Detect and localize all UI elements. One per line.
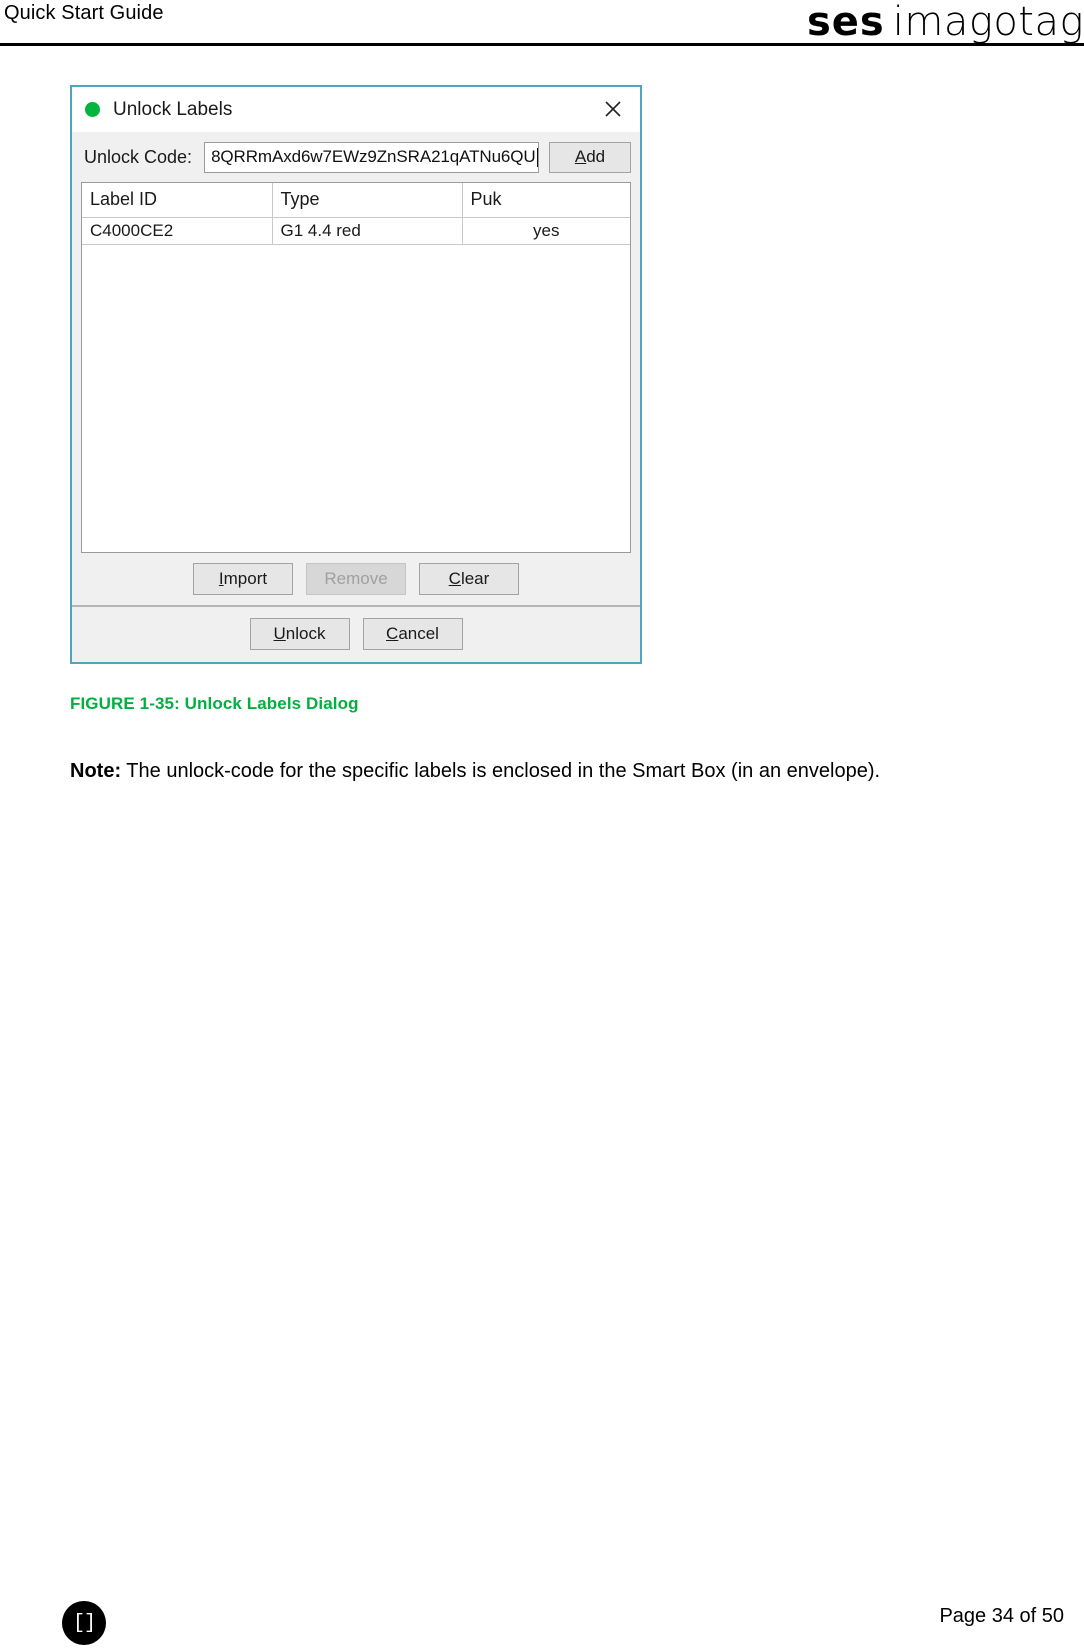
header-divider bbox=[0, 43, 1084, 46]
page-header: Quick Start Guide ses imagotag bbox=[0, 0, 1084, 46]
unlock-button[interactable]: Unlock bbox=[249, 618, 350, 650]
unlock-button-accel: U bbox=[273, 624, 286, 643]
page-title: Quick Start Guide bbox=[4, 2, 164, 24]
note-text: The unlock-code for the specific labels … bbox=[121, 760, 881, 782]
note-label: Note: bbox=[70, 760, 122, 782]
cancel-button[interactable]: Cancel bbox=[362, 618, 463, 650]
remove-button[interactable]: Remove bbox=[306, 563, 406, 595]
status-dot-icon bbox=[85, 102, 100, 117]
labels-list[interactable]: Label ID Type Puk C4000CE2 G1 4.4 red ye… bbox=[81, 182, 631, 553]
unlock-code-input[interactable]: 8QRRmAxd6w7EWz9ZnSRA21qATNu6QU bbox=[204, 141, 539, 173]
add-button-accel: A bbox=[574, 147, 587, 166]
list-action-bar: Import Remove Clear bbox=[72, 553, 640, 607]
cell-type: G1 4.4 red bbox=[272, 217, 463, 245]
column-header-label-id[interactable]: Label ID bbox=[82, 183, 273, 218]
footer-page-number: Page 34 of 50 bbox=[939, 1605, 1064, 1627]
unlock-labels-dialog: Unlock Labels Unlock Code: 8QRRmAxd6w7EW… bbox=[70, 85, 642, 664]
table-header-row: Label ID Type Puk bbox=[82, 183, 630, 218]
close-icon[interactable] bbox=[592, 93, 634, 125]
add-button-label: dd bbox=[586, 147, 606, 166]
cell-puk: yes bbox=[462, 217, 630, 245]
labels-table: Label ID Type Puk C4000CE2 G1 4.4 red ye… bbox=[82, 183, 630, 245]
dialog-action-bar: Unlock Cancel bbox=[72, 607, 640, 661]
table-row[interactable]: C4000CE2 G1 4.4 red yes bbox=[82, 217, 630, 245]
remove-button-label: Remove bbox=[324, 569, 388, 588]
import-button-label: mport bbox=[223, 569, 268, 588]
unlock-code-row: Unlock Code: 8QRRmAxd6w7EWz9ZnSRA21qATNu… bbox=[72, 132, 640, 182]
clear-button-label: lear bbox=[460, 569, 490, 588]
footer-logo-glyph: [] bbox=[72, 1611, 96, 1635]
dialog-title: Unlock Labels bbox=[113, 98, 233, 120]
note-paragraph: Note: The unlock-code for the specific l… bbox=[70, 758, 1020, 784]
column-header-puk[interactable]: Puk bbox=[462, 183, 630, 218]
footer-logo-icon: [] bbox=[62, 1601, 106, 1645]
add-button[interactable]: Add bbox=[549, 141, 631, 173]
clear-button[interactable]: Clear bbox=[419, 563, 519, 595]
clear-button-accel: C bbox=[448, 569, 461, 588]
unlock-code-value: 8QRRmAxd6w7EWz9ZnSRA21qATNu6QU bbox=[211, 147, 536, 166]
dialog-titlebar: Unlock Labels bbox=[72, 87, 640, 132]
cancel-button-accel: C bbox=[386, 624, 399, 643]
import-button[interactable]: Import bbox=[193, 563, 293, 595]
brand-logo-ses: ses bbox=[806, 0, 885, 45]
cell-label-id: C4000CE2 bbox=[82, 217, 273, 245]
cancel-button-label: ancel bbox=[398, 624, 439, 643]
column-header-type[interactable]: Type bbox=[272, 183, 463, 218]
unlock-code-label: Unlock Code: bbox=[84, 146, 193, 167]
unlock-button-label: nlock bbox=[285, 624, 326, 643]
text-caret bbox=[536, 147, 538, 167]
figure-caption: FIGURE 1-35: Unlock Labels Dialog bbox=[70, 694, 359, 713]
brand-logo-imagotag: imagotag bbox=[892, 0, 1084, 45]
brand-logo: ses imagotag bbox=[807, 0, 1084, 44]
